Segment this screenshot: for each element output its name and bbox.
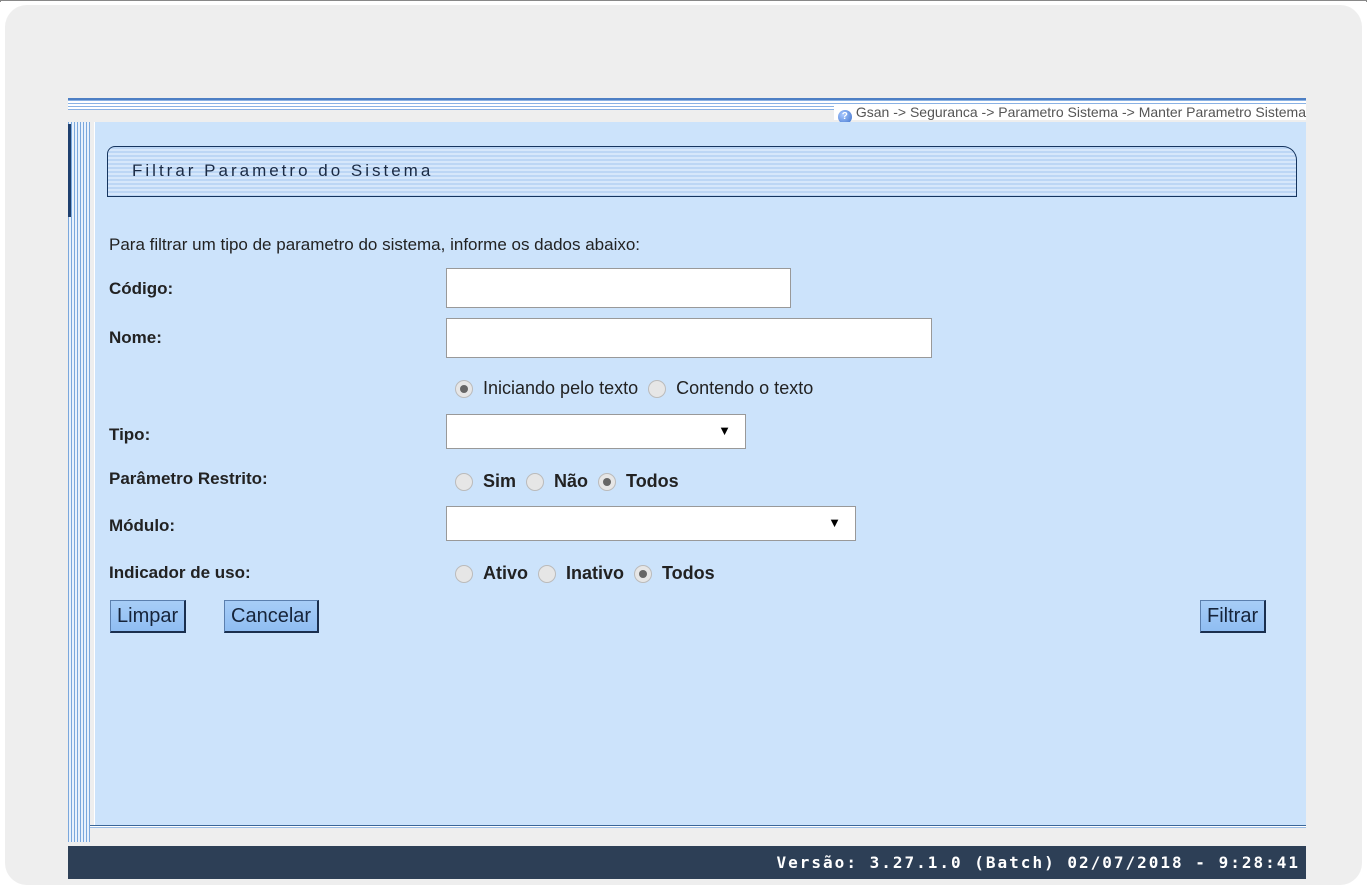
breadcrumb: ? Gsan -> Seguranca -> Parametro Sistema …: [833, 104, 1306, 124]
top-border: [0, 0, 1367, 2]
tipo-label: Tipo:: [109, 425, 151, 444]
version-text: Versão: 3.27.1.0 (Batch) 02/07/2018 - 9:…: [776, 853, 1300, 872]
parametro-restrito-nao-radio[interactable]: [526, 472, 545, 491]
indicador-uso-group: Ativo Inativo Todos: [455, 563, 725, 584]
cancelar-button[interactable]: Cancelar: [224, 600, 320, 633]
codigo-label: Código:: [109, 279, 174, 298]
parametro-restrito-nao-label: Não: [554, 471, 589, 491]
nome-mode-group: Iniciando pelo texto Contendo o texto: [455, 378, 823, 399]
indicador-uso-todos-label: Todos: [662, 563, 715, 583]
indicador-uso-label: Indicador de uso:: [109, 563, 251, 582]
page-frame: ? Gsan -> Seguranca -> Parametro Sistema …: [0, 0, 1367, 889]
nome-mode-contendo-radio[interactable]: [648, 379, 667, 398]
indicador-uso-todos-radio[interactable]: [634, 564, 653, 583]
title-tab: Filtrar Parametro do Sistema: [107, 146, 1297, 196]
footer-bar: Versão: 3.27.1.0 (Batch) 02/07/2018 - 9:…: [68, 846, 1306, 879]
filtrar-button[interactable]: Filtrar: [1200, 600, 1267, 633]
parametro-restrito-sim-label: Sim: [483, 471, 517, 491]
filter-panel: Filtrar Parametro do Sistema Para filtra…: [94, 122, 1306, 825]
page-title: Filtrar Parametro do Sistema: [132, 161, 434, 180]
parametro-restrito-group: Sim Não Todos: [455, 471, 689, 492]
nome-mode-iniciando-radio[interactable]: [455, 379, 473, 398]
left-menu-bar: [68, 122, 90, 842]
parametro-restrito-sim-radio[interactable]: [455, 472, 473, 491]
left-menu-handle[interactable]: [68, 124, 71, 217]
modulo-label: Módulo:: [109, 516, 176, 535]
nome-mode-contendo-label: Contendo o texto: [676, 378, 814, 398]
intro-text: Para filtrar um tipo de parametro do sis…: [109, 235, 641, 254]
indicador-uso-ativo-label: Ativo: [483, 563, 528, 583]
panel-bottom-border: [90, 825, 1306, 828]
codigo-input[interactable]: [446, 268, 791, 308]
nome-mode-iniciando-label: Iniciando pelo texto: [483, 378, 639, 398]
indicador-uso-ativo-radio[interactable]: [455, 564, 473, 583]
tipo-select[interactable]: ▼: [446, 414, 746, 449]
nome-label: Nome:: [109, 328, 162, 347]
nome-input[interactable]: [446, 318, 932, 358]
breadcrumb-text: Gsan -> Seguranca -> Parametro Sistema -…: [855, 104, 1306, 120]
dropdown-arrow-icon: ▼: [718, 423, 731, 438]
modulo-select[interactable]: ▼: [446, 506, 856, 541]
parametro-restrito-label: Parâmetro Restrito:: [109, 469, 268, 488]
indicador-uso-inativo-radio[interactable]: [538, 564, 556, 583]
title-divider: [107, 196, 1297, 197]
parametro-restrito-todos-label: Todos: [626, 471, 679, 491]
gsan-app: ? Gsan -> Seguranca -> Parametro Sistema …: [68, 98, 1306, 879]
parametro-restrito-todos-radio[interactable]: [598, 472, 617, 491]
dropdown-arrow-icon: ▼: [828, 515, 841, 530]
indicador-uso-inativo-label: Inativo: [566, 563, 625, 583]
limpar-button[interactable]: Limpar: [110, 600, 187, 633]
